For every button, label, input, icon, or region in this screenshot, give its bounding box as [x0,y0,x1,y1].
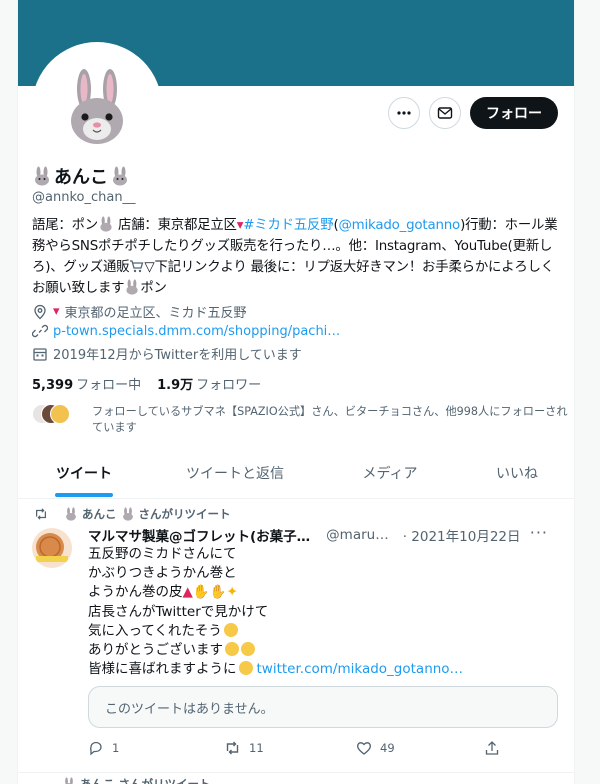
reply-button[interactable]: 1 [88,740,119,756]
follow-counts: 5,399 フォロー中 1.9万 フォロワー [32,374,261,393]
avatar [50,404,70,424]
following-label: フォロー中 [76,378,142,393]
mutual-avatars [32,404,72,424]
tweet-header: マルマサ製菓@ゴフレット(お菓子… @maru… · 2021年10月22日 ·… [88,523,560,545]
tweet-line: かぶりつきようかん巻と [88,565,237,582]
tweet-line: 店長さんがTwitterで見かけて [88,603,269,620]
tweet-line-wrap: ありがとうございます [88,641,558,660]
bio-text: ポン [140,281,167,296]
bio-hashtag-link[interactable]: #ミカド五反野 [243,218,333,233]
followers-link[interactable]: 1.9万 フォロワー [157,374,261,393]
following-link[interactable]: 5,399 フォロー中 [32,374,141,393]
more-icon [396,105,412,121]
party-popper-icon: ▲ [182,584,193,601]
profile-avatar[interactable] [32,42,162,172]
bio-text: 店舗：東京都足立区 [113,218,237,233]
following-count: 5,399 [32,378,74,393]
profile-bio: 語尾：ポン 店舗：東京都足立区▾#ミカド五反野(@mikado_gotanno)… [32,215,560,299]
quote-unavailable-text: このツイートはありません。 [105,701,274,717]
share-icon [484,740,500,756]
rabbit-icon [36,46,158,168]
raised-hands-icon: ✋✋ [192,584,227,601]
tweet-actions: 1 11 49 [88,740,558,760]
tweet-line: 皆様に喜ばれますように [88,661,237,678]
followers-count: 1.9万 [157,378,194,393]
tweet-line-wrap: 皆様に喜ばれますように twitter.com/mikado_gotanno… [88,660,558,679]
tweet-line: ようかん巻の皮 [88,584,183,601]
tweet-author-name[interactable]: マルマサ製菓@ゴフレット(お菓子… [88,525,310,545]
next-retweet-context: あんこ さんがリツイート [62,776,211,784]
tweet-link[interactable]: twitter.com/mikado_gotanno… [257,661,464,677]
tweet-author-avatar[interactable] [32,528,72,568]
rabbit-icon [62,777,76,784]
calendar-icon [32,346,48,362]
display-name-text: あんこ [54,167,108,188]
retweet-icon [224,740,241,756]
cart-icon [129,259,144,273]
rabbit-icon [110,166,130,186]
more-button[interactable] [388,97,420,129]
like-button[interactable]: 49 [356,740,395,756]
profile-column: フォロー あんこ @annko_chan__ 語尾：ポン 店舗：東京都足立区▾#… [17,0,575,784]
mail-icon [437,105,453,121]
pin-icon: ▾ [53,304,60,319]
location-icon [32,304,48,320]
retweet-suffix: さんがリツイート [118,777,211,784]
bowing-icon [241,642,255,657]
retweeter-name[interactable]: あんこ [82,506,117,522]
bio-text: 語尾：ポン [32,218,98,233]
tweet-line: 気に入ってくれたそう [88,622,222,639]
tab-likes[interactable]: いいね [460,448,574,498]
bio-mention-link[interactable]: @mikado_gotanno [338,218,460,233]
tab-indicator [55,493,113,497]
retweet-suffix: さんがリツイート [138,507,231,521]
tweet-line-wrap: ようかん巻の皮▲✋✋✦ [88,583,558,602]
mutuals-text: フォローしているサブマネ【SPAZIO公式】さん、ビターチョコさん、他998人に… [92,405,568,434]
reply-count: 1 [112,741,120,755]
retweet-button[interactable]: 11 [224,740,264,756]
reply-icon [88,740,104,756]
rabbit-icon [98,216,114,232]
like-count: 49 [380,741,395,755]
retweeter-name[interactable]: あんこ [80,776,115,784]
profile-joined: 2019年12月からTwitterを利用しています [32,344,302,363]
tab-tweets-and-replies[interactable]: ツイートと返信 [150,448,320,498]
display-name: あんこ [32,163,130,189]
bowing-icon [225,642,239,657]
sunglasses-icon [238,661,253,676]
sparkles-icon: ✦ [226,584,238,601]
tweet-line: 五反野のミカドさんにて [88,546,237,562]
heart-eyes-icon [223,622,238,637]
tab-media[interactable]: メディア [320,448,460,498]
rabbit-icon [124,279,140,295]
profile-website: p-town.specials.dmm.com/shopping/pachi… [32,323,340,339]
profile-tabs: ツイート ツイートと返信 メディア いいね [18,448,574,499]
tweet-line: ありがとうございます [88,642,223,659]
share-button[interactable] [484,740,500,756]
retweet-context: あんこ さんがリツイート [36,506,231,522]
tweet-date[interactable]: · 2021年10月22日 [403,525,521,545]
tab-tweets[interactable]: ツイート [18,448,150,498]
rabbit-icon [121,507,135,521]
like-icon [356,740,372,756]
tweet-line-wrap: 気に入ってくれたそう [88,622,558,641]
mutual-followers[interactable]: フォローしているサブマネ【SPAZIO公式】さん、ビターチョコさん、他998人に… [32,404,568,434]
link-icon [32,323,48,339]
rabbit-icon [64,507,78,521]
followers-label: フォロワー [196,378,262,393]
rabbit-icon [32,166,52,186]
retweet-count: 11 [249,741,264,755]
location-text: 東京都の足立区、ミカド五反野 [64,306,247,321]
profile-location: ▾ 東京都の足立区、ミカド五反野 [32,302,247,321]
tweet-text: 五反野のミカドさんにて かぶりつきようかん巻と ようかん巻の皮▲✋✋✦ 店長さん… [88,545,558,679]
tweet-author-handle[interactable]: @maru… [326,527,389,543]
follow-button[interactable]: フォロー [470,97,558,129]
profile-handle: @annko_chan__ [32,190,136,205]
message-button[interactable] [429,97,461,129]
more-icon[interactable]: ··· [530,523,548,542]
quoted-tweet-unavailable: このツイートはありません。 [88,686,558,728]
website-link[interactable]: p-town.specials.dmm.com/shopping/pachi… [53,324,340,339]
retweet-icon [34,507,48,521]
joined-text: 2019年12月からTwitterを利用しています [53,348,302,363]
